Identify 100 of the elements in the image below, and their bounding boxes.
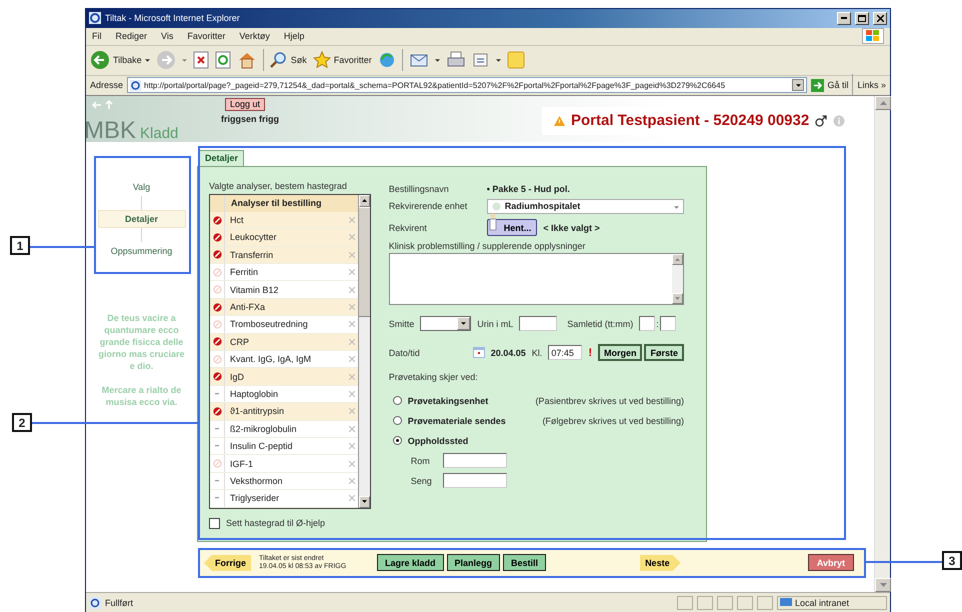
fetch-button[interactable]: Hent... — [486, 219, 538, 236]
remove-icon[interactable] — [348, 321, 355, 328]
list-caption: Valgte analyser, bestem hastegrad — [209, 180, 348, 191]
option-label: Prøvetakingsenhet — [408, 396, 488, 406]
search-button[interactable]: Søk — [270, 51, 307, 70]
analysis-name: ß2-mikroglobulin — [229, 424, 298, 434]
action-button[interactable]: Planlegg — [446, 554, 500, 572]
home-icon[interactable] — [236, 51, 257, 70]
field-label: Samletid (tt:mm) — [567, 318, 634, 329]
minimize-button[interactable] — [837, 12, 851, 25]
text-field[interactable] — [442, 473, 507, 488]
analysis-name: Ferritin — [229, 267, 260, 278]
note-icon[interactable] — [506, 51, 525, 70]
scroll-down-button[interactable] — [358, 496, 370, 508]
caret-icon — [461, 322, 466, 326]
unit-select[interactable]: Radiumhospitalet — [486, 198, 684, 214]
option-note: (Pasientbrev skrives ut ved bestilling) — [535, 396, 684, 406]
scroll-up-button[interactable] — [358, 194, 370, 207]
menu-item[interactable]: Rediger — [116, 31, 148, 42]
step-item[interactable]: Valg — [98, 178, 186, 196]
analysis-name: Triglyserider — [229, 493, 280, 504]
caret-icon — [434, 58, 440, 62]
menu-item[interactable]: Verktøy — [239, 31, 270, 42]
menu-item[interactable]: Favoritter — [187, 31, 226, 42]
remove-icon[interactable] — [348, 286, 355, 293]
previous-button[interactable]: Forrige — [204, 554, 252, 571]
back-button[interactable]: Tilbake — [90, 50, 150, 70]
remove-icon[interactable] — [348, 443, 355, 450]
remove-icon[interactable] — [348, 269, 355, 276]
search-icon — [270, 51, 288, 70]
security-zone: Local intranet — [777, 596, 887, 610]
window-title: Tiltak - Microsoft Internet Explorer — [105, 13, 241, 24]
menu-item[interactable]: Vis — [161, 31, 174, 42]
field-label: Seng — [410, 476, 433, 486]
caret-icon — [144, 58, 150, 62]
stop-icon[interactable] — [192, 51, 209, 70]
star-icon — [312, 51, 331, 70]
action-button[interactable]: Lagre kladd — [377, 554, 444, 572]
analysis-name: Vitamin B12 — [229, 284, 280, 295]
step-item[interactable]: Detaljer — [98, 210, 186, 228]
status-pane — [717, 596, 733, 610]
print-icon[interactable] — [446, 51, 466, 70]
radio-button[interactable] — [392, 416, 402, 426]
field-label: Smitte — [388, 318, 414, 329]
action-button[interactable]: Bestill — [503, 554, 546, 572]
caret-icon — [496, 58, 501, 62]
arrow-down-icon — [362, 500, 367, 504]
field-label: Dato/tid — [388, 348, 421, 358]
links-button[interactable]: Links » — [857, 80, 886, 90]
remove-icon[interactable] — [348, 356, 355, 362]
first-button[interactable]: Første — [644, 344, 684, 362]
minutes-field[interactable] — [660, 316, 676, 332]
option-label: Oppholdssted — [408, 436, 468, 446]
refresh-icon[interactable] — [214, 51, 231, 70]
menu-item[interactable]: Fil — [92, 31, 102, 42]
remove-icon[interactable] — [348, 426, 355, 432]
field-label: Urin i mL — [477, 318, 514, 329]
go-button[interactable]: Gå til — [811, 78, 848, 92]
analysis-name: Anti-FXa — [229, 302, 266, 312]
close-button[interactable] — [873, 12, 887, 25]
patient-name: Portal Testpasient - 520249 00932 — [571, 112, 810, 130]
remove-icon[interactable] — [348, 390, 355, 397]
radio-button[interactable] — [392, 436, 402, 446]
text-field[interactable] — [442, 453, 507, 468]
dropdown-button[interactable] — [792, 79, 804, 92]
address-field[interactable]: http://portal/portal/page?_pageid=279,71254&_dad=portal&_schema=PORTAL92&patientId=5207%2F%2Fportal%2Fportal%2Fpage%3F_pageid%3D279%2C6645 — [127, 77, 808, 94]
remove-icon[interactable] — [348, 478, 355, 484]
favorites-button[interactable]: Favoritter — [312, 51, 372, 70]
warning-mark: ! — [588, 346, 592, 359]
address-label: Adresse — [90, 80, 124, 90]
step-item[interactable]: Oppsummering — [98, 242, 186, 260]
status-pane — [697, 596, 713, 610]
radio-dot — [396, 439, 399, 442]
analysis-name: Kvant. IgG, IgA, IgM — [229, 354, 312, 364]
infection-select[interactable] — [420, 316, 472, 332]
edit-icon[interactable] — [472, 51, 490, 70]
radio-button[interactable] — [392, 396, 402, 406]
maximize-button[interactable] — [855, 12, 869, 25]
next-button[interactable]: Neste — [640, 554, 681, 571]
info-text: Mercare a rialto de musisa ecco via. — [100, 384, 182, 408]
analysis-name: ϑ1-antitrypsin — [229, 406, 285, 416]
section-caption: Prøvetaking skjer ved: — [388, 372, 478, 382]
logout-button[interactable]: Logg ut — [225, 98, 266, 111]
scroll-thumb[interactable] — [358, 206, 370, 317]
draft-label: Kladd — [140, 124, 178, 142]
morning-button[interactable]: Morgen — [598, 344, 642, 362]
tab[interactable]: Detaljer — [199, 150, 244, 166]
history-icon[interactable] — [378, 51, 396, 70]
status-text: Fullført — [105, 598, 134, 608]
caret-icon — [674, 206, 679, 210]
checkbox[interactable] — [209, 518, 220, 529]
urine-field[interactable] — [519, 316, 558, 332]
field-label: Kl. — [532, 348, 542, 358]
hours-field[interactable] — [639, 316, 656, 332]
calendar-icon[interactable] — [472, 347, 485, 358]
remove-icon[interactable] — [348, 460, 355, 467]
remove-icon[interactable] — [348, 495, 355, 502]
male-icon — [815, 114, 828, 127]
time-field[interactable]: 07:45 — [548, 345, 582, 360]
menu-item[interactable]: Hjelp — [284, 31, 304, 42]
